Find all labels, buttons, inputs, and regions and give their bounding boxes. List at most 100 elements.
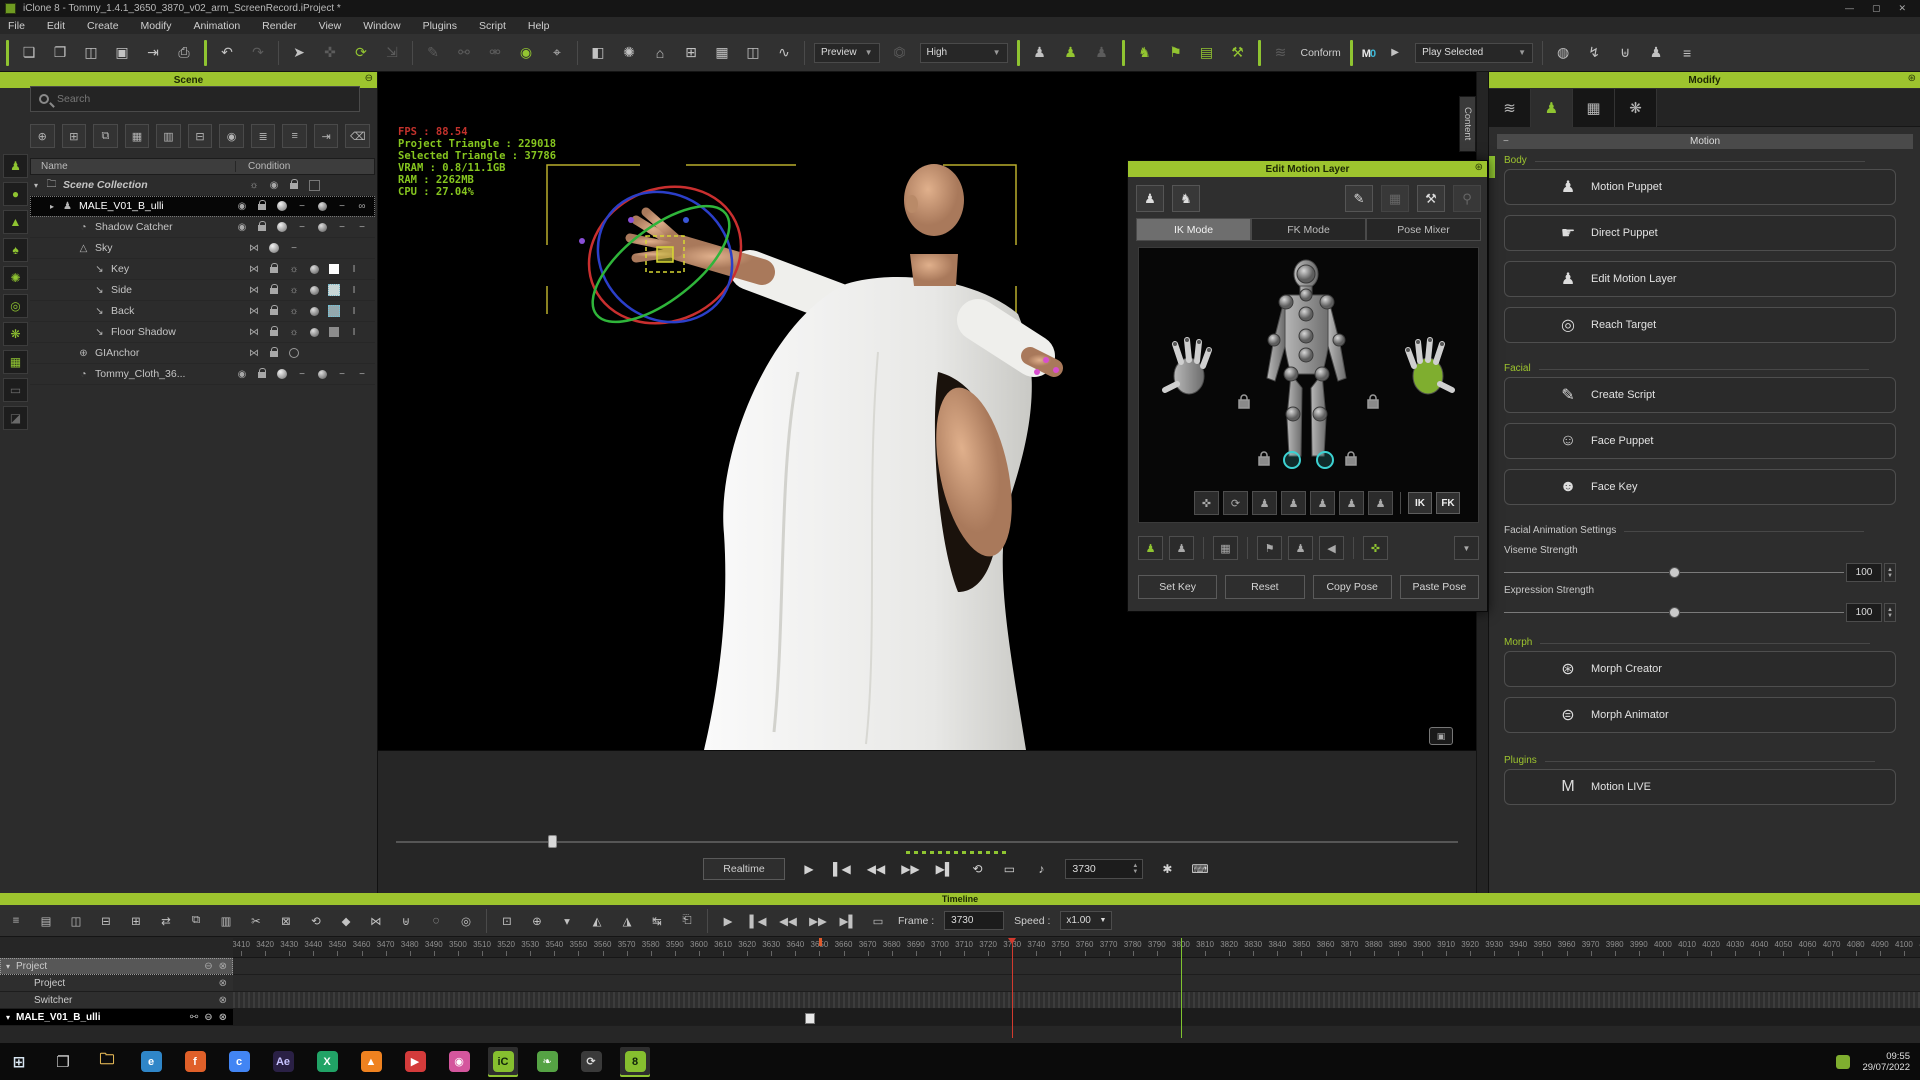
minimap-toggle[interactable]: ▣ [1429,727,1453,745]
first-frame-button[interactable]: ▌◀ [833,862,851,876]
lock-icon[interactable] [255,220,269,234]
sphere-icon[interactable] [275,220,289,234]
menu-file[interactable]: File [8,20,25,32]
motion-live-play-icon[interactable]: ▶ [1384,41,1406,65]
play-selected-dropdown[interactable]: Play Selected▼ [1415,43,1533,63]
track-content[interactable] [233,1009,1920,1026]
menu-plugins[interactable]: Plugins [423,20,457,32]
save-project-icon[interactable]: ◫ [80,41,102,65]
select-tool-icon[interactable]: ➤ [288,41,310,65]
lock-icon[interactable] [267,283,281,297]
dialog-close-icon[interactable]: ⊛ [1475,162,1483,173]
open-project-icon[interactable]: ❐ [49,41,71,65]
left-hand-diagram[interactable] [1165,338,1211,394]
tree-item-key[interactable]: ↘Key⋈☼I [30,259,375,280]
key-icon[interactable]: ◆ [336,910,356,932]
tl-first-button[interactable]: ▌◀ [748,910,768,932]
flag-icon[interactable]: ⚑ [1165,41,1187,65]
menu-script[interactable]: Script [479,20,506,32]
mute-icon[interactable]: ◌ [426,910,446,932]
walk-motion-icon[interactable]: ♞ [1134,41,1156,65]
prop-category-icon[interactable]: ● [3,182,28,206]
eye-icon[interactable]: ◉ [235,367,249,381]
actor-category-icon[interactable]: ♟ [3,154,28,178]
caption-button[interactable]: ▭ [1001,862,1017,876]
minus-icon[interactable]: − [355,367,369,381]
excel-icon[interactable]: X [312,1047,342,1077]
scene-panel-close-icon[interactable]: ⊖ [365,73,373,84]
sun-icon[interactable]: ☼ [287,304,301,318]
tree-item-back[interactable]: ↘Back⋈☼I [30,301,375,322]
track-project[interactable]: ▾Project⊖⊗ [0,958,233,975]
detail-list-icon[interactable]: ≡ [282,124,307,148]
tab-animation[interactable]: ♟ [1531,89,1573,127]
morph-animator-button[interactable]: ⊜Morph Animator [1504,697,1896,733]
direct-puppet-button[interactable]: ☛Direct Puppet [1504,215,1896,251]
menu-animation[interactable]: Animation [193,20,240,32]
tl-last-button[interactable]: ▶▌ [838,910,858,932]
bowtie-icon[interactable]: ⋈ [247,283,261,297]
firefox-icon[interactable]: f [180,1047,210,1077]
actor-proxy-icon[interactable]: ♟ [1091,41,1113,65]
sun-light-icon[interactable]: ✺ [618,41,640,65]
lock-icon[interactable] [255,367,269,381]
tree-item-floor-shadow[interactable]: ↘Floor Shadow⋈☼I [30,322,375,343]
paste-pose-button[interactable]: Paste Pose [1400,575,1479,599]
light-category-icon[interactable]: ✺ [3,266,28,290]
menu-view[interactable]: View [319,20,342,32]
dash-icon[interactable]: − [335,367,349,381]
sun-icon[interactable]: ☼ [287,262,301,276]
ik-mode-button[interactable]: IK [1408,492,1432,514]
expression-strength-slider[interactable]: 100▲▼ [1504,603,1896,623]
frame-spinner[interactable]: ▲▼ [1129,860,1141,878]
iclone8-icon[interactable]: 8 [620,1047,650,1077]
camera-track-icon[interactable]: ◎ [456,910,476,932]
tree-item-scene-collection[interactable]: ▾🗀Scene Collection☼◉ [30,175,375,196]
clip-key-marker[interactable] [805,1013,815,1024]
task-view-icon[interactable]: ❐ [48,1047,78,1077]
ibeam-icon[interactable]: I [347,283,361,297]
vlc-icon[interactable]: ▲ [356,1047,386,1077]
fit-range-icon[interactable]: ↹ [647,910,667,932]
track-content[interactable] [233,975,1920,992]
sphere-icon[interactable] [275,367,289,381]
motion-section-bar[interactable]: − Motion [1497,134,1913,149]
multi-select-icon[interactable]: ▦ [125,124,150,148]
export-range-icon[interactable]: ⎗ [677,910,697,932]
dash-icon[interactable]: − [295,367,309,381]
column-name[interactable]: Name [31,161,236,172]
scale-tool-icon[interactable]: ⇲ [381,41,403,65]
last-frame-button[interactable]: ▶▌ [936,862,954,876]
list-icon[interactable]: ≡ [1676,41,1698,65]
split-view-icon[interactable]: ◫ [742,41,764,65]
actor-edit-icon[interactable]: ♟ [1060,41,1082,65]
prev-frame-button[interactable]: ◀◀ [867,862,885,876]
camera-icon[interactable]: ⏣ [889,41,911,65]
minimize-button[interactable]: — [1845,3,1854,14]
collapse-icon[interactable]: ⊟ [188,124,213,148]
prop-anim-icon[interactable]: ▤ [1196,41,1218,65]
camera-category-icon[interactable]: ◎ [3,294,28,318]
misc-category-icon[interactable]: ◪ [3,406,28,430]
menu-window[interactable]: Window [363,20,400,32]
sphere2-icon[interactable] [315,220,329,234]
lock-icon[interactable] [255,199,269,213]
paste-icon[interactable]: ▥ [216,910,236,932]
ibeam-icon[interactable]: I [347,325,361,339]
file-explorer-icon[interactable]: 🗀 [92,1047,122,1077]
playhead-red[interactable] [1012,938,1013,1038]
link-icon[interactable]: ⚯ [453,41,475,65]
slider-spinner[interactable]: ▲▼ [1884,603,1896,622]
slider-spinner[interactable]: ▲▼ [1884,563,1896,582]
tl-next-button[interactable]: ▶▶ [808,910,828,932]
playhead-green[interactable] [1181,938,1182,1038]
preview-mode-dropdown[interactable]: Preview▼ [814,43,880,63]
frame-all-icon[interactable]: ⊡ [497,910,517,932]
realtime-button[interactable]: Realtime [703,858,785,880]
tab-texture[interactable]: ▦ [1573,89,1615,127]
sphere2-icon[interactable] [315,199,329,213]
swatch-white-icon[interactable] [327,262,341,276]
motion-live-button[interactable]: MMotion LIVE [1504,769,1896,805]
sphere2-icon[interactable] [307,325,321,339]
create-script-button[interactable]: ✎Create Script [1504,377,1896,413]
